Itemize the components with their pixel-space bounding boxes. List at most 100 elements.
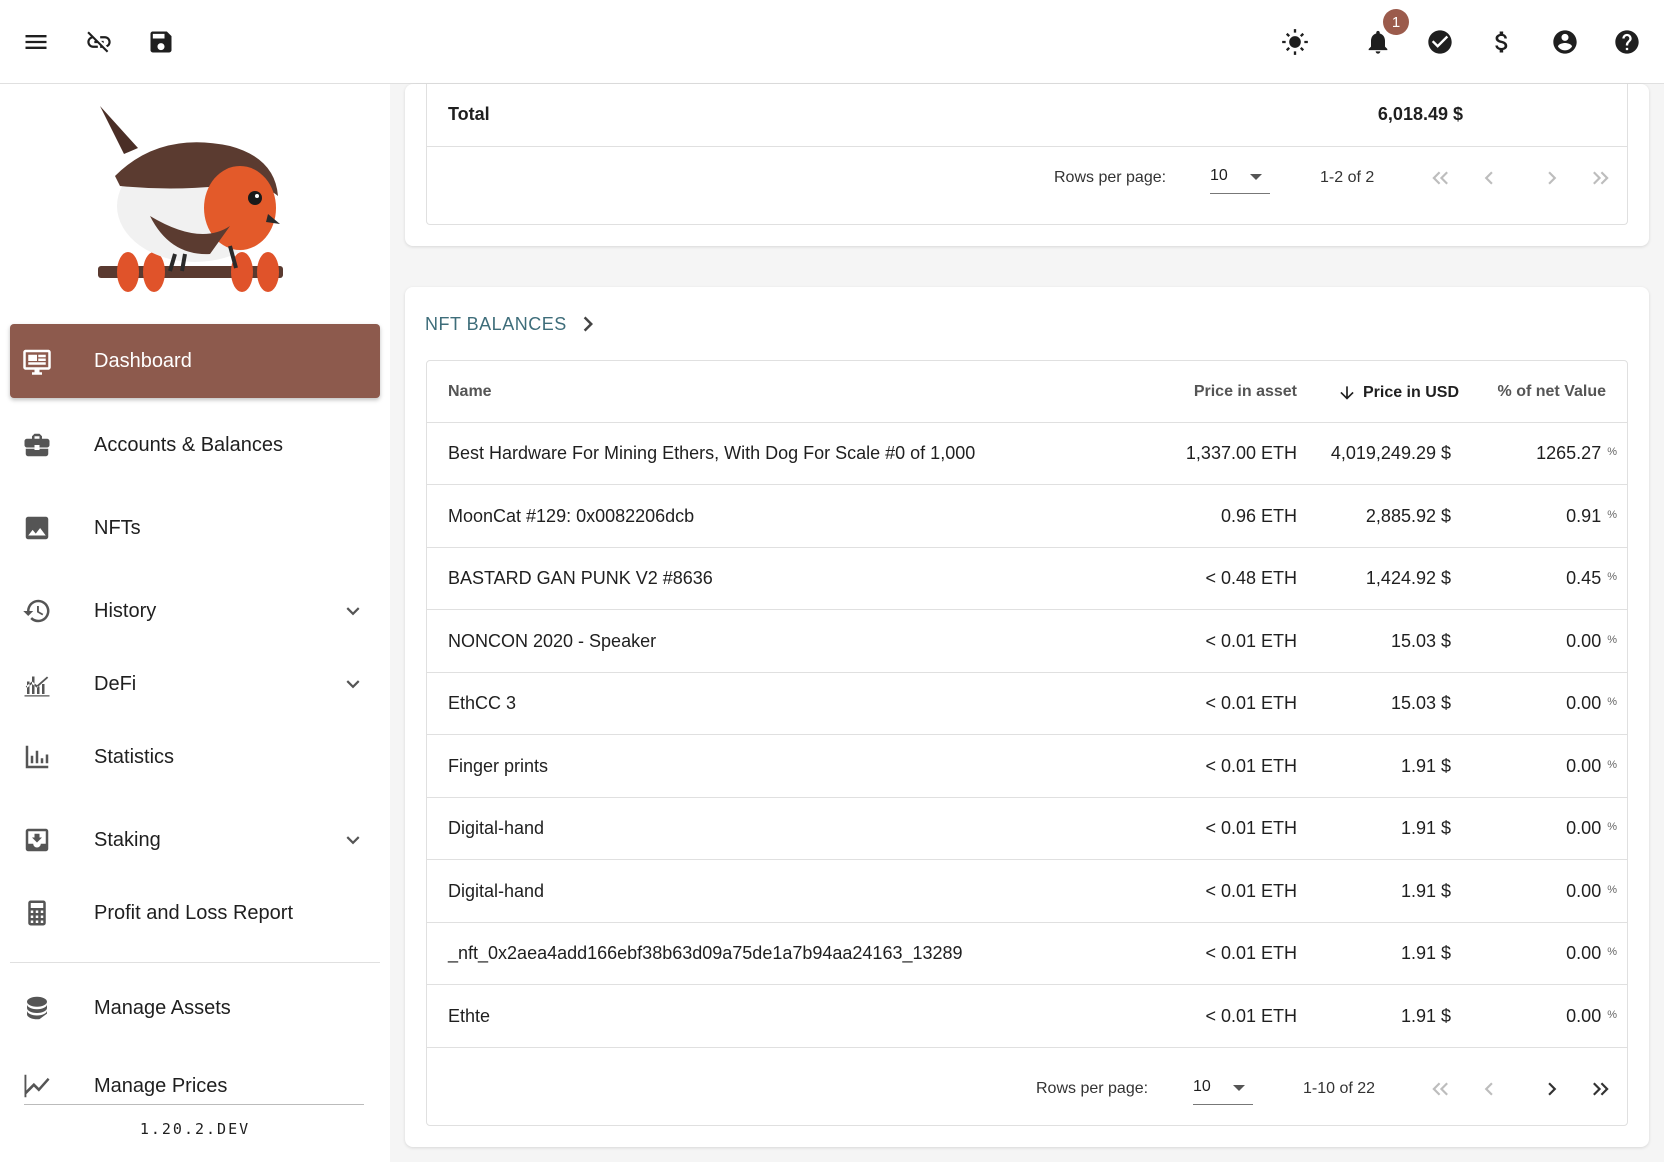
table-header: Name Price in asset Price in USD % of ne… <box>427 361 1627 423</box>
percent-of-net-value: 1265.27% <box>1536 443 1617 464</box>
percent-sign: % <box>1607 633 1617 646</box>
price-in-usd: 15.03 $ <box>1390 630 1451 651</box>
robin-logo <box>90 96 300 296</box>
nft-balances-table: Name Price in asset Price in USD % of ne… <box>426 360 1628 1126</box>
percent-sign: % <box>1607 946 1617 958</box>
chevron-down-icon <box>340 671 366 697</box>
sort-arrow-down-icon <box>1340 386 1354 400</box>
notification-badge: 1 <box>1383 9 1409 35</box>
percent-value: 0.00 <box>1566 943 1602 963</box>
next-page-icon[interactable] <box>1535 1072 1569 1106</box>
percent-of-net-value: 0.00% <box>1566 943 1617 964</box>
table-row[interactable]: Finger prints < 0.01 ETH 1.91 $ 0.00% <box>427 736 1627 798</box>
table-row[interactable]: Best Hardware For Mining Ethers, With Do… <box>427 423 1627 485</box>
sidebar-item-statistics[interactable]: Statistics <box>10 720 380 794</box>
staking-download-icon <box>22 825 52 855</box>
column-header-name[interactable]: Name <box>448 383 492 401</box>
table-pagination: Rows per page: 10 1-10 of 22 <box>427 1053 1627 1125</box>
sidebar-item-profit-loss[interactable]: Profit and Loss Report <box>10 876 380 950</box>
percent-of-net-value: 0.00% <box>1566 756 1617 777</box>
percent-sign: % <box>1607 446 1617 458</box>
menu-icon[interactable] <box>14 20 58 64</box>
sidebar-item-history[interactable]: History <box>10 574 380 648</box>
percent-value: 0.45 <box>1566 568 1602 588</box>
save-icon[interactable] <box>139 20 183 64</box>
percent-of-net-value: 0.91% <box>1566 506 1617 527</box>
price-in-usd: 4,019,249.29 $ <box>1330 443 1451 463</box>
defi-chart-icon <box>22 669 52 699</box>
sidebar-item-defi[interactable]: DeFi <box>10 647 380 721</box>
history-icon <box>22 596 52 626</box>
table-row[interactable]: _nft_0x2aea4add166ebf38b63d09a75de1a7b94… <box>427 923 1627 985</box>
database-icon <box>22 993 52 1023</box>
bar-chart-icon <box>22 742 52 772</box>
caret-down-icon <box>1250 174 1262 180</box>
percent-value: 0.00 <box>1566 880 1602 901</box>
sidebar-item-accounts-balances[interactable]: Accounts & Balances <box>10 408 380 482</box>
price-in-asset: < 0.01 ETH <box>1205 630 1297 651</box>
nft-name: Best Hardware For Mining Ethers, With Do… <box>448 443 976 463</box>
sidebar-item-manage-assets[interactable]: Manage Assets <box>10 971 380 1045</box>
table-row[interactable]: MoonCat #129: 0x0082206dcb 0.96 ETH 2,885.… <box>427 486 1627 548</box>
sidebar-item-label: DeFi <box>94 672 137 695</box>
last-page-icon[interactable] <box>1583 1072 1617 1106</box>
navigation-drawer: Dashboard Accounts & Balances NFTs Histo… <box>0 84 390 1162</box>
table-row[interactable]: Digital-hand < 0.01 ETH 1.91 $ 0.00% <box>427 861 1627 923</box>
percent-of-net-value: 0.00% <box>1566 693 1617 714</box>
next-page-icon[interactable] <box>1535 161 1569 195</box>
help-icon[interactable] <box>1605 20 1649 64</box>
rows-per-page-select[interactable]: 10 <box>1193 1075 1253 1105</box>
previous-page-icon[interactable] <box>1472 1072 1506 1106</box>
theme-icon[interactable] <box>1273 20 1317 64</box>
percent-of-net-value: 0.45% <box>1566 568 1617 589</box>
check-circle-icon[interactable] <box>1418 20 1462 64</box>
nft-name: _nft_0x2aea4add166ebf38b63d09a75de1a7b94… <box>448 943 963 963</box>
percent-of-net-value: 0.00% <box>1566 818 1617 839</box>
column-header-price-usd-label: Price in USD <box>1362 384 1459 401</box>
column-header-price-usd[interactable]: Price in USD <box>1337 383 1459 403</box>
column-header-price-asset[interactable]: Price in asset <box>1194 383 1297 401</box>
first-page-icon[interactable] <box>1424 161 1458 195</box>
table-row[interactable]: Digital-hand < 0.01 ETH 1.91 $ 0.00% <box>427 798 1627 860</box>
dollar-icon[interactable] <box>1480 20 1524 64</box>
table-row[interactable]: EthCC 3 < 0.01 ETH 15.03 $ 0.00% <box>427 673 1627 735</box>
first-page-icon[interactable] <box>1424 1072 1458 1106</box>
sidebar-item-label: Profit and Loss Report <box>94 901 293 924</box>
table-row[interactable]: Ethte < 0.01 ETH 1.91 $ 0.00% <box>427 986 1627 1048</box>
rows-per-page-label: Rows per page: <box>1036 1080 1149 1097</box>
app-version: 1.20.2.DEV <box>139 1120 251 1138</box>
sidebar-item-manage-prices[interactable]: Manage Prices <box>10 1054 380 1118</box>
rows-per-page-label: Rows per page: <box>1054 169 1167 186</box>
balances-card: Total 6,018.49 $ Rows per page: 10 1-2 o… <box>405 84 1649 246</box>
last-page-icon[interactable] <box>1583 161 1617 195</box>
nft-balances-title[interactable]: NFT BALANCES <box>425 314 567 335</box>
price-in-asset: < 0.01 ETH <box>1205 693 1297 713</box>
table-pagination: Rows per page: 10 1-2 of 2 <box>427 147 1627 219</box>
price-in-usd: 1.91 $ <box>1400 755 1451 776</box>
sidebar-item-dashboard[interactable]: Dashboard <box>10 324 380 398</box>
rows-per-page-select[interactable]: 10 <box>1210 164 1270 194</box>
table-row[interactable]: BASTARD GAN PUNK V2 #8636 < 0.48 ETH 1,424… <box>427 548 1627 610</box>
price-in-usd: 1.91 $ <box>1400 943 1451 963</box>
percent-value: 0.00 <box>1566 1005 1602 1026</box>
sidebar-item-label: History <box>94 599 157 622</box>
column-header-percent[interactable]: % of net Value <box>1498 383 1606 401</box>
link-off-icon[interactable] <box>77 20 121 64</box>
chevron-right-icon[interactable] <box>573 309 603 339</box>
previous-page-icon[interactable] <box>1472 161 1506 195</box>
percent-sign: % <box>1607 883 1617 896</box>
sidebar-item-nfts[interactable]: NFTs <box>10 491 380 565</box>
account-icon[interactable] <box>1543 20 1587 64</box>
top-app-bar: 1 <box>0 0 1664 84</box>
percent-of-net-value: 0.00% <box>1566 881 1617 902</box>
sidebar-item-staking[interactable]: Staking <box>10 803 380 877</box>
sidebar-item-label: Staking <box>94 828 161 851</box>
line-chart-icon <box>22 1071 52 1101</box>
percent-sign: % <box>1607 508 1617 521</box>
nft-name: BASTARD GAN PUNK V2 #8636 <box>448 568 713 588</box>
table-row[interactable]: NONCON 2020 - Speaker < 0.01 ETH 15.03 $ 0.… <box>427 611 1627 673</box>
rows-per-page-value: 10 <box>1193 1078 1211 1095</box>
sidebar-bottom-divider <box>24 1104 364 1105</box>
percent-value: 0.00 <box>1566 693 1602 713</box>
page-range: 1-10 of 22 <box>1303 1080 1376 1097</box>
